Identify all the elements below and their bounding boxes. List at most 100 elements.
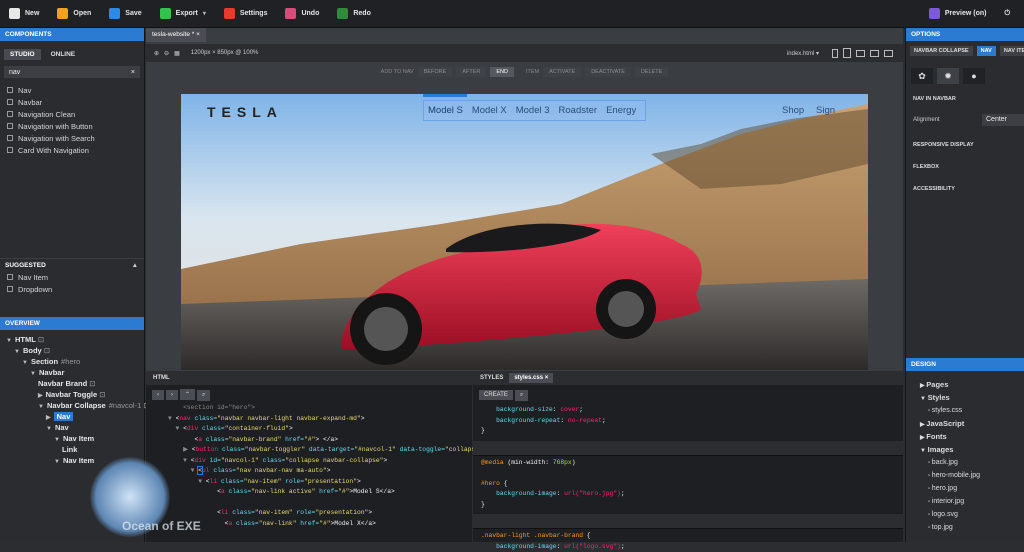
options-section[interactable]: ACCESSIBILITY (906, 186, 1024, 192)
design-folder[interactable]: ▼ Images (906, 443, 1024, 456)
design-file[interactable]: ▫ back.jpg (906, 456, 1024, 469)
html-code-view[interactable]: <section id="hero"> ▼ <nav class="navbar… (146, 403, 483, 529)
deactivate-button[interactable]: DEACTIVATE (585, 67, 631, 77)
suggested-item[interactable]: Nav Item (0, 271, 144, 283)
settings-icon[interactable]: ✹ (937, 68, 959, 84)
toolbar-button-new[interactable]: New (0, 0, 48, 28)
tree-node[interactable]: ▼ Navbar (0, 367, 144, 378)
css-code-view-2[interactable]: @media (min-width: 768px) #hero { backgr… (473, 458, 903, 511)
component-item[interactable]: Navigation with Button (0, 120, 144, 132)
expand-arrow-icon[interactable]: ▼ (30, 371, 36, 377)
tab-online[interactable]: ONLINE (45, 49, 82, 60)
site-nav-link[interactable]: Model 3 (516, 105, 550, 116)
close-tab-icon[interactable]: × (196, 31, 200, 38)
expand-arrow-icon[interactable]: ▼ (54, 437, 60, 443)
trash-icon[interactable]: ■ (451, 94, 455, 97)
options-section[interactable]: RESPONSIVE DISPLAY (906, 142, 1024, 148)
design-file[interactable]: ▫ interior.jpg (906, 495, 1024, 508)
toolbar-button-export[interactable]: Export ▾ (151, 0, 215, 28)
nav-in-navbar-section[interactable]: NAV IN NAVBAR (906, 96, 1024, 102)
tree-node[interactable]: ▶ Nav (0, 411, 144, 422)
toolbar-button-settings[interactable]: Settings (215, 0, 277, 28)
tree-node[interactable]: ▼ Body ⊡ (0, 345, 144, 356)
breadcrumb-chip[interactable]: NAV (976, 46, 996, 56)
lock-icon[interactable]: ⊡ (36, 335, 44, 344)
alignment-select[interactable]: Center (982, 114, 1024, 126)
copy-icon[interactable]: ❐ (442, 94, 447, 97)
site-nav-link[interactable]: Roadster (559, 105, 598, 116)
file-select[interactable]: index.html ▾ (787, 50, 819, 57)
selection-toolbar[interactable]: ✥ ↑ ❐ ■ (423, 94, 467, 97)
forward-icon[interactable]: › (166, 390, 178, 400)
device-tablet-icon[interactable] (843, 48, 851, 58)
tree-node[interactable]: ▼ Nav (0, 422, 144, 433)
design-folder[interactable]: ▶ Fonts (906, 430, 1024, 443)
end-button[interactable]: END (490, 67, 514, 77)
search-icon[interactable]: ⌕ (197, 390, 211, 401)
toolbar-button-open[interactable]: Open (48, 0, 100, 28)
design-file[interactable]: ▫ hero-mobile.jpg (906, 469, 1024, 482)
before-button[interactable]: BEFORE (417, 67, 453, 77)
suggested-item[interactable]: Dropdown (0, 283, 144, 295)
site-nav-menu[interactable]: Model S Model X Model 3 Roadster Energy (423, 100, 646, 121)
design-folder[interactable]: ▶ JavaScript (906, 417, 1024, 430)
site-logo[interactable]: TESLA (207, 104, 283, 120)
palette-icon[interactable]: ✿ (911, 68, 933, 84)
site-nav-link[interactable]: Model S (428, 105, 463, 116)
grid-icon[interactable]: ▦ (174, 50, 180, 57)
design-file[interactable]: ▫ logo.svg (906, 508, 1024, 521)
css-code-view[interactable]: background-size: cover; background-repea… (473, 405, 903, 437)
activate-button[interactable]: ACTIVATE (543, 67, 582, 77)
device-phone-icon[interactable] (832, 48, 838, 58)
component-item[interactable]: Card With Navigation (0, 144, 144, 156)
design-file[interactable]: ▫ styles.css (906, 404, 1024, 417)
after-button[interactable]: AFTER (456, 67, 487, 77)
tree-node[interactable]: Navbar Brand ⊡ (0, 378, 144, 389)
component-item[interactable]: Navbar (0, 96, 144, 108)
circle-icon[interactable]: ● (963, 68, 985, 84)
expand-arrow-icon[interactable]: ▼ (22, 360, 28, 366)
design-file[interactable]: ▫ top.jpg (906, 521, 1024, 534)
create-button[interactable]: CREATE (479, 390, 513, 400)
site-sign-link[interactable]: Sign (816, 105, 835, 116)
expand-arrow-icon[interactable]: ▼ (6, 338, 12, 344)
zoom-in-icon[interactable]: ⊕ (154, 50, 159, 57)
lock-icon[interactable]: ⊡ (87, 379, 95, 388)
breadcrumb-chip[interactable]: NAV ITEM (999, 46, 1024, 56)
site-nav-link[interactable]: Energy (606, 105, 636, 116)
design-folder[interactable]: ▶ Pages (906, 378, 1024, 391)
up-icon[interactable]: ⌃ (180, 389, 196, 400)
document-tab[interactable]: tesla-website * × (146, 28, 206, 42)
power-button[interactable]: ⏻ (995, 0, 1024, 28)
tab-studio[interactable]: STUDIO (4, 49, 41, 60)
expand-arrow-icon[interactable]: ▼ (46, 426, 52, 432)
clear-search-icon[interactable]: × (131, 69, 135, 76)
expand-arrow-icon[interactable]: ▼ (38, 404, 44, 410)
tree-node[interactable]: Link (0, 444, 144, 455)
expand-arrow-icon[interactable]: ▶ (46, 415, 51, 421)
up-icon[interactable]: ↑ (435, 94, 438, 97)
preview-button[interactable]: Preview (on) (920, 0, 996, 28)
zoom-out-icon[interactable]: ⊖ (164, 50, 169, 57)
toolbar-button-redo[interactable]: Redo (328, 0, 380, 28)
toolbar-button-undo[interactable]: Undo (276, 0, 328, 28)
toolbar-button-save[interactable]: Save (100, 0, 150, 28)
component-item[interactable]: Navigation with Search (0, 132, 144, 144)
site-shop-link[interactable]: Shop (782, 105, 804, 116)
device-laptop-icon[interactable] (870, 49, 879, 57)
expand-arrow-icon[interactable]: ▶ (38, 393, 43, 399)
component-item[interactable]: Navigation Clean (0, 108, 144, 120)
design-folder[interactable]: ▼ Styles (906, 391, 1024, 404)
tree-node[interactable]: ▶ Navbar Toggle ⊡ (0, 389, 144, 400)
tree-node[interactable]: ▼ Nav Item (0, 433, 144, 444)
lock-icon[interactable]: ⊡ (97, 390, 105, 399)
options-section[interactable]: FLEXBOX (906, 164, 1024, 170)
expand-arrow-icon[interactable]: ▼ (14, 349, 20, 355)
delete-button[interactable]: DELETE (634, 67, 669, 77)
breadcrumb-chip[interactable]: NAVBAR COLLAPSE (910, 46, 973, 56)
move-icon[interactable]: ✥ (426, 94, 431, 97)
design-file[interactable]: ▫ hero.jpg (906, 482, 1024, 495)
device-tablet-landscape-icon[interactable] (856, 49, 865, 57)
tree-node[interactable]: ▼ HTML ⊡ (0, 334, 144, 345)
component-search-input[interactable]: nav × (4, 66, 140, 78)
